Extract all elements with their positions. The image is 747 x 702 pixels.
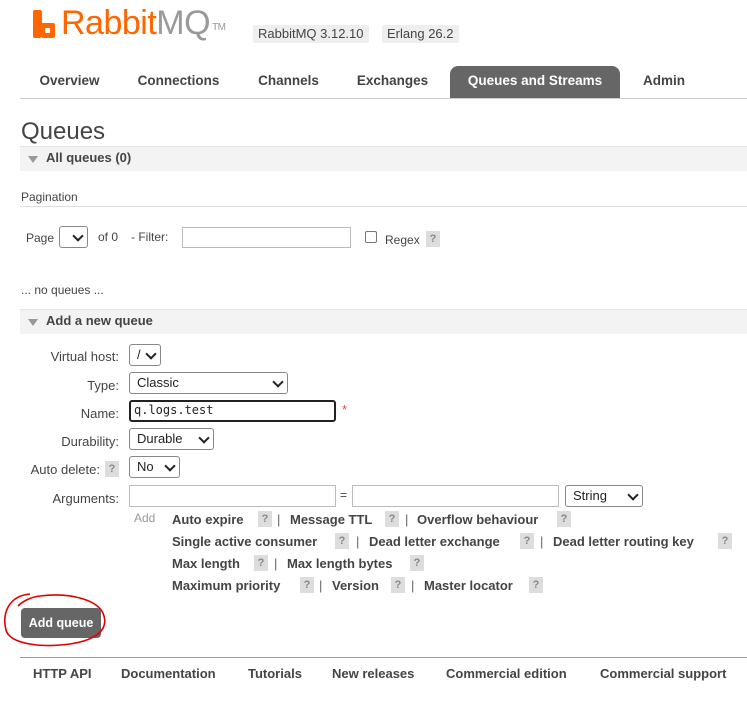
regex-checkbox[interactable] — [365, 231, 377, 243]
arg-link-maximum-priority[interactable]: Maximum priority — [172, 578, 280, 593]
footer-link-tutorials[interactable]: Tutorials — [248, 666, 302, 681]
version-badge: RabbitMQ 3.12.10 — [253, 25, 369, 43]
footer-link-documentation[interactable]: Documentation — [121, 666, 216, 681]
name-input[interactable]: q.logs.test — [129, 400, 336, 422]
collapse-triangle-icon — [28, 319, 38, 326]
link-separator: | — [319, 578, 323, 593]
page-select[interactable] — [59, 226, 88, 248]
pagination-heading: Pagination — [21, 190, 78, 204]
arg-link-dead-letter-exchange[interactable]: Dead letter exchange — [369, 534, 500, 549]
arg-link-message-ttl[interactable]: Message TTL — [290, 512, 372, 527]
help-icon[interactable]: ? — [718, 533, 732, 549]
chevron-down-icon — [627, 489, 639, 501]
link-separator: | — [405, 512, 409, 527]
arg-link-master-locator[interactable]: Master locator — [424, 578, 513, 593]
arg-link-max-length-bytes[interactable]: Max length bytes — [287, 556, 392, 571]
arg-link-version[interactable]: Version — [332, 578, 379, 593]
arg-link-auto-expire[interactable]: Auto expire — [172, 512, 244, 527]
add-queue-section-label: Add a new queue — [46, 313, 153, 328]
annotation-circle — [4, 593, 106, 647]
arg-link-dead-letter-routing-key[interactable]: Dead letter routing key — [553, 534, 694, 549]
tab-channels[interactable]: Channels — [241, 66, 336, 98]
required-mark: * — [342, 402, 348, 417]
help-icon[interactable]: ? — [520, 533, 534, 549]
arguments-label: Arguments: — [52, 491, 119, 506]
regex-help-icon[interactable]: ? — [426, 231, 440, 247]
help-icon[interactable]: ? — [335, 533, 349, 549]
collapse-triangle-icon — [28, 156, 38, 163]
filter-label: - Filter: — [131, 230, 169, 244]
all-queues-label: All queues (0) — [46, 150, 132, 165]
footer-link-http-api[interactable]: HTTP API — [33, 666, 92, 681]
add-argument-link[interactable]: Add — [134, 511, 155, 525]
footer-link-commercial-support[interactable]: Commercial support — [600, 666, 726, 681]
argument-type-select[interactable]: String — [565, 485, 643, 507]
pagination-divider — [20, 206, 747, 207]
virtual-host-select[interactable]: / — [129, 344, 161, 366]
tab-connections[interactable]: Connections — [121, 66, 236, 98]
tab-queues-and-streams[interactable]: Queues and Streams — [450, 66, 620, 98]
name-label: Name: — [80, 406, 119, 421]
page-of-label: of 0 — [98, 230, 119, 244]
durability-select[interactable]: Durable — [129, 428, 214, 450]
tab-overview[interactable]: Overview — [21, 66, 118, 98]
footer-link-new-releases[interactable]: New releases — [332, 666, 414, 681]
link-separator: | — [274, 556, 278, 571]
link-separator: | — [540, 534, 544, 549]
chevron-down-icon — [272, 376, 284, 388]
link-separator: | — [277, 512, 281, 527]
auto-delete-label: Auto delete: — [30, 462, 100, 477]
filter-input[interactable] — [182, 227, 351, 248]
main-tabs: Overview Connections Channels Exchanges … — [20, 66, 747, 99]
help-icon[interactable]: ? — [557, 511, 571, 527]
virtual-host-label: Virtual host: — [50, 349, 119, 364]
help-icon[interactable]: ? — [410, 555, 424, 571]
link-separator: | — [356, 534, 360, 549]
add-queue-section[interactable]: Add a new queue — [20, 309, 747, 334]
erlang-badge: Erlang 26.2 — [382, 25, 459, 43]
type-label: Type: — [87, 378, 119, 393]
equals-sign: = — [340, 488, 348, 502]
rabbitmq-logo-icon — [33, 10, 55, 38]
auto-delete-help-icon[interactable]: ? — [105, 461, 119, 477]
help-icon[interactable]: ? — [385, 511, 399, 527]
all-queues-section[interactable]: All queues (0) — [20, 146, 747, 171]
argument-value-input[interactable] — [352, 485, 559, 507]
arg-link-max-length[interactable]: Max length — [172, 556, 240, 571]
page-title: Queues — [21, 118, 106, 145]
help-icon[interactable]: ? — [391, 577, 405, 593]
tab-exchanges[interactable]: Exchanges — [340, 66, 445, 98]
auto-delete-select[interactable]: No — [129, 456, 180, 478]
chevron-down-icon — [72, 230, 84, 242]
arg-link-single-active-consumer[interactable]: Single active consumer — [172, 534, 317, 549]
help-icon[interactable]: ? — [300, 577, 314, 593]
chevron-down-icon — [198, 432, 210, 444]
footer-link-commercial-edition[interactable]: Commercial edition — [446, 666, 567, 681]
argument-key-input[interactable] — [129, 485, 336, 507]
logo-wordmark: RabbitMQ TM — [61, 4, 226, 42]
chevron-down-icon — [164, 460, 176, 472]
help-icon[interactable]: ? — [254, 555, 268, 571]
footer: HTTP API Documentation Tutorials New rel… — [20, 657, 747, 681]
arg-link-overflow-behaviour[interactable]: Overflow behaviour — [417, 512, 538, 527]
help-icon[interactable]: ? — [529, 577, 543, 593]
chevron-down-icon — [145, 348, 157, 360]
help-icon[interactable]: ? — [258, 511, 272, 527]
type-select[interactable]: Classic — [129, 372, 288, 394]
tab-admin[interactable]: Admin — [626, 66, 702, 98]
page-label: Page — [26, 231, 55, 245]
durability-label: Durability: — [61, 434, 119, 449]
regex-label: Regex — [385, 233, 420, 247]
no-queues-text: ... no queues ... — [21, 283, 104, 297]
link-separator: | — [411, 578, 415, 593]
